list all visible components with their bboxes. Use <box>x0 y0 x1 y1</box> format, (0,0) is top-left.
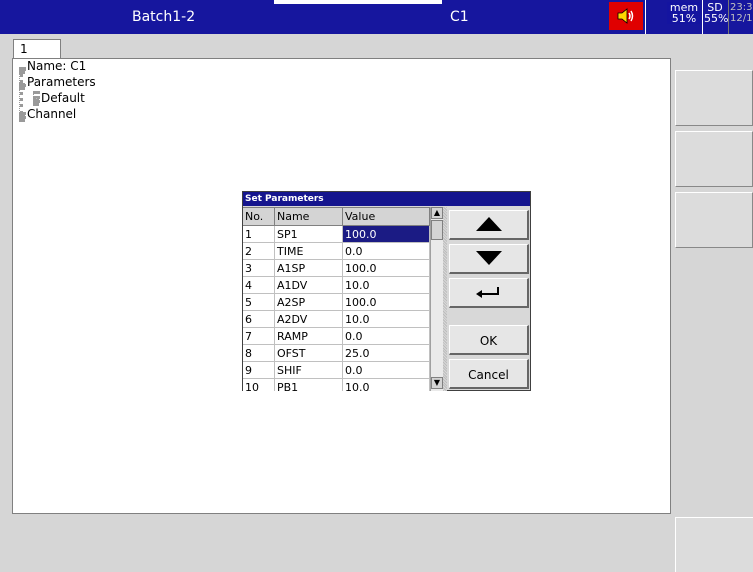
tree-item-name[interactable]: Name: C1 <box>27 59 86 73</box>
table-row[interactable]: 5 A2SP 100.0 <box>243 294 430 311</box>
cell-value[interactable]: 0.0 <box>343 328 430 345</box>
cell-name: PB1 <box>275 379 343 391</box>
table-row[interactable]: 3 A1SP 100.0 <box>243 260 430 277</box>
batch-name: Batch1-2 <box>132 9 196 25</box>
dialog-title: Set Parameters <box>243 192 530 206</box>
tree-connector <box>33 99 39 103</box>
cell-value[interactable]: 10.0 <box>343 311 430 328</box>
tree-item-channel[interactable]: Channel <box>27 107 76 121</box>
tree-connector <box>19 115 25 119</box>
cell-no: 8 <box>243 345 275 362</box>
cell-name: A1DV <box>275 277 343 294</box>
cell-no: 2 <box>243 243 275 260</box>
enter-icon <box>475 287 499 298</box>
cell-name: RAMP <box>275 328 343 345</box>
clock-date: 12/19/18 <box>730 13 753 24</box>
alarm-speaker-icon[interactable] <box>609 2 643 30</box>
divider <box>645 0 646 34</box>
side-button-2[interactable] <box>675 131 753 187</box>
cancel-button[interactable]: Cancel <box>449 359 529 389</box>
title-bar: Batch1-2 C1 mem 51% SD 55% 23:39:54 12/1… <box>0 0 753 34</box>
table-row[interactable]: 8 OFST 25.0 <box>243 345 430 362</box>
cell-value[interactable]: 25.0 <box>343 345 430 362</box>
cell-name: A1SP <box>275 260 343 277</box>
sd-value: 55% <box>704 12 729 25</box>
tab-1[interactable]: 1 <box>13 39 61 59</box>
cell-value[interactable]: 100.0 <box>343 260 430 277</box>
tree-connector <box>19 67 25 71</box>
parameters-table: No. Name Value 1 SP1 100.0 2 TIME 0.0 3 … <box>243 207 433 391</box>
memory-value: 51% <box>671 12 697 25</box>
cell-value[interactable]: 10.0 <box>343 277 430 294</box>
tree-connector <box>33 91 37 99</box>
cell-no: 1 <box>243 226 275 243</box>
column-header-value: Value <box>343 208 430 226</box>
memory-status: mem 51% <box>667 2 701 24</box>
side-button-1[interactable] <box>675 70 753 126</box>
cell-no: 9 <box>243 362 275 379</box>
divider <box>728 0 729 34</box>
table-row[interactable]: 1 SP1 100.0 <box>243 226 430 243</box>
tab-bar: 1 <box>10 37 671 59</box>
dialog-separator <box>443 207 447 391</box>
cell-no: 7 <box>243 328 275 345</box>
scroll-up-icon[interactable]: ▲ <box>431 207 443 219</box>
cell-name: A2DV <box>275 311 343 328</box>
cell-value-selected[interactable]: 100.0 <box>343 226 430 243</box>
scroll-thumb[interactable] <box>431 220 443 240</box>
cell-no: 10 <box>243 379 275 391</box>
clock-time: 23:39:54 <box>730 2 753 13</box>
set-parameters-dialog: Set Parameters No. Name Value 1 SP1 100.… <box>242 191 531 391</box>
table-row[interactable]: 9 SHIF 0.0 <box>243 362 430 379</box>
title-notch <box>274 0 442 4</box>
table-row[interactable]: 6 A2DV 10.0 <box>243 311 430 328</box>
cell-value[interactable]: 10.0 <box>343 379 430 391</box>
cell-no: 5 <box>243 294 275 311</box>
column-header-no: No. <box>243 208 275 226</box>
table-row[interactable]: 2 TIME 0.0 <box>243 243 430 260</box>
tree-item-default[interactable]: Default <box>41 91 85 105</box>
sd-status: SD 55% <box>704 2 729 25</box>
column-header-name: Name <box>275 208 343 226</box>
cell-no: 4 <box>243 277 275 294</box>
table-row[interactable]: 4 A1DV 10.0 <box>243 277 430 294</box>
cell-no: 3 <box>243 260 275 277</box>
move-up-button[interactable] <box>449 210 529 240</box>
divider <box>702 0 703 34</box>
cell-value[interactable]: 0.0 <box>343 362 430 379</box>
cell-name: A2SP <box>275 294 343 311</box>
channel-name: C1 <box>450 9 469 25</box>
cell-name: TIME <box>275 243 343 260</box>
enter-button[interactable] <box>449 278 529 308</box>
cell-name: SP1 <box>275 226 343 243</box>
side-button-3[interactable] <box>675 192 753 248</box>
cell-value[interactable]: 100.0 <box>343 294 430 311</box>
scroll-down-icon[interactable]: ▼ <box>431 377 443 389</box>
cell-name: SHIF <box>275 362 343 379</box>
ok-button[interactable]: OK <box>449 325 529 355</box>
move-down-button[interactable] <box>449 244 529 274</box>
arrow-down-icon <box>475 251 502 265</box>
tree-connector <box>19 67 23 115</box>
side-button-bottom[interactable] <box>675 517 753 572</box>
arrow-up-icon <box>475 217 502 231</box>
table-row[interactable]: 10 PB1 10.0 <box>243 379 430 391</box>
cell-value[interactable]: 0.0 <box>343 243 430 260</box>
bottom-bar <box>0 517 675 572</box>
table-row[interactable]: 7 RAMP 0.0 <box>243 328 430 345</box>
tree-connector <box>19 83 25 87</box>
cell-name: OFST <box>275 345 343 362</box>
clock: 23:39:54 12/19/18 <box>730 2 753 24</box>
table-scrollbar[interactable]: ▲ ▼ <box>430 207 443 391</box>
cell-no: 6 <box>243 311 275 328</box>
tree-item-parameters[interactable]: Parameters <box>27 75 96 89</box>
